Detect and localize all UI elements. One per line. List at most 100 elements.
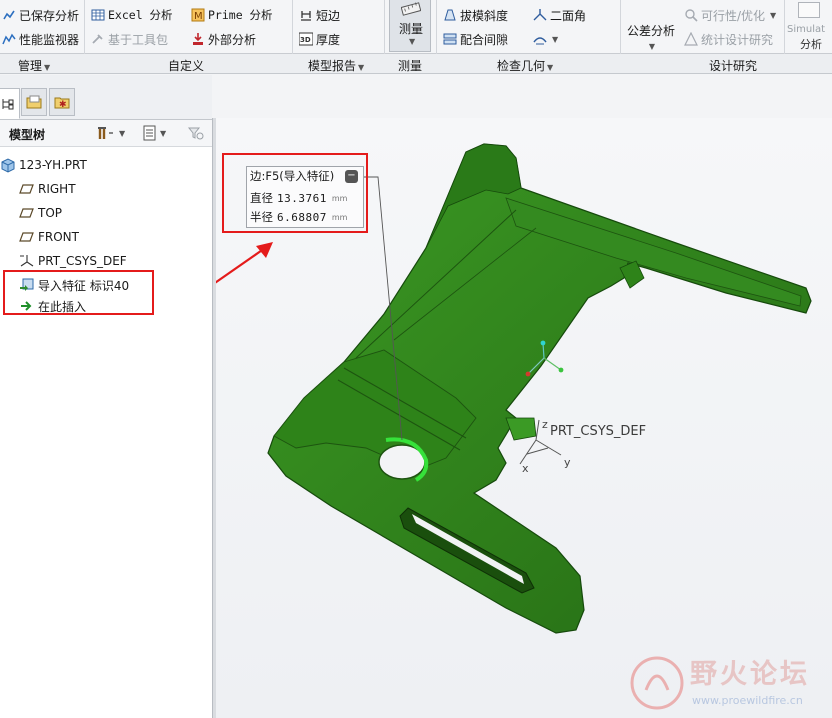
feasibility-button[interactable]: 可行性/优化 ▼ bbox=[684, 5, 776, 25]
toolkit-analysis-button[interactable]: 基于工具包 bbox=[91, 29, 168, 49]
ribbon-group-bar: 管理 ▼ 自定义 模型报告 ▼ 测量 检查几何 ▼ 设计研究 bbox=[0, 54, 832, 74]
dihedral-button[interactable]: 二面角 bbox=[533, 5, 586, 25]
tolerance-analysis-button[interactable]: 公差分析 ▼ bbox=[627, 22, 675, 51]
group-model-report[interactable]: 模型报告 ▼ bbox=[308, 57, 364, 74]
tab-folder-browser[interactable] bbox=[21, 88, 47, 116]
csys-axis-z-label: z bbox=[542, 418, 548, 431]
feasibility-icon bbox=[685, 9, 698, 22]
tree-item-part[interactable]: 123-YH.PRT bbox=[0, 154, 87, 176]
svg-text:✱: ✱ bbox=[59, 100, 67, 109]
spreadsheet-icon bbox=[91, 9, 105, 21]
chevron-down-icon: ▼ bbox=[552, 34, 559, 44]
saved-analysis-icon bbox=[3, 10, 15, 20]
tree-item-label: TOP bbox=[38, 206, 63, 220]
group-manage[interactable]: 管理 ▼ bbox=[18, 57, 50, 74]
simulate-button[interactable]: Simulat bbox=[787, 24, 825, 35]
prime-icon: M bbox=[191, 8, 205, 22]
model-tree-header: 模型树 ▼ ▼ bbox=[0, 119, 212, 147]
radius-unit: mm bbox=[331, 212, 348, 222]
tree-item-csys[interactable]: PRT_CSYS_DEF bbox=[19, 250, 127, 272]
part-icon bbox=[1, 158, 15, 173]
tree-item-label: 在此插入 bbox=[38, 299, 87, 314]
tree-item-top-plane[interactable]: TOP bbox=[19, 202, 62, 224]
list-view-icon bbox=[143, 125, 156, 141]
tree-item-label: 导入特征 标识40 bbox=[38, 278, 130, 293]
radius-value: 6.68807 bbox=[277, 210, 327, 224]
tree-item-label: RIGHT bbox=[38, 182, 76, 196]
excel-analysis-button[interactable]: Excel 分析 bbox=[91, 5, 173, 25]
toolkit-icon bbox=[92, 34, 103, 44]
tree-item-front-plane[interactable]: FRONT bbox=[19, 226, 79, 248]
datum-plane-icon bbox=[19, 184, 34, 194]
statistical-design-button[interactable]: 统计设计研究 bbox=[684, 29, 773, 49]
performance-monitor-button[interactable]: 性能监视器 bbox=[2, 29, 79, 49]
settings-dropdown[interactable]: ▼ bbox=[97, 125, 125, 141]
tree-item-label: 123-YH.PRT bbox=[19, 158, 87, 172]
svg-text:3D: 3D bbox=[300, 36, 311, 44]
tree-item-right-plane[interactable]: RIGHT bbox=[19, 178, 76, 200]
radius-label: 半径 bbox=[250, 210, 273, 224]
group-design-study: 设计研究 bbox=[709, 59, 758, 73]
tree-item-label: FRONT bbox=[38, 230, 79, 244]
simulate-icon bbox=[798, 2, 820, 18]
diameter-row: 直径 13.3761 mm bbox=[250, 189, 347, 207]
panel-title: 模型树 bbox=[9, 128, 46, 142]
collapse-icon[interactable]: − bbox=[345, 170, 358, 183]
group-separator bbox=[784, 0, 785, 54]
clearance-icon bbox=[443, 33, 457, 45]
diameter-label: 直径 bbox=[250, 191, 273, 205]
short-edge-icon bbox=[301, 11, 311, 21]
tools-icon bbox=[98, 127, 113, 139]
chevron-down-icon: ▼ bbox=[648, 42, 656, 51]
group-inspect-geometry[interactable]: 检查几何 ▼ bbox=[497, 57, 553, 74]
draft-analysis-button[interactable]: 拔模斜度 bbox=[443, 5, 508, 25]
saved-analysis-button[interactable]: 已保存分析 bbox=[2, 5, 79, 25]
coordinate-system-icon bbox=[20, 255, 34, 267]
watermark: 野火论坛 www.proewildfire.cn bbox=[620, 650, 832, 718]
tab-favorites[interactable]: ✱ bbox=[49, 88, 75, 116]
insert-arrow-icon bbox=[21, 301, 32, 311]
chevron-down-icon: ▼ bbox=[409, 37, 416, 46]
watermark-name: 野火论坛 bbox=[690, 659, 810, 690]
dihedral-icon bbox=[533, 9, 547, 21]
thickness-button[interactable]: 3D 厚度 bbox=[299, 29, 340, 49]
filter-icon bbox=[187, 127, 204, 140]
external-analysis-button[interactable]: 外部分析 bbox=[191, 29, 256, 49]
callout-title: 边:F5(导入特征) bbox=[250, 169, 335, 183]
datum-plane-icon bbox=[19, 232, 34, 242]
measurement-callout[interactable]: 边:F5(导入特征) − 直径 13.3761 mm 半径 6.68807 mm bbox=[246, 166, 364, 228]
simulate-analysis-label: 分析 bbox=[800, 38, 822, 51]
folder-icon bbox=[26, 95, 42, 109]
chevron-down-icon: ▼ bbox=[358, 63, 365, 72]
chevron-down-icon: ▼ bbox=[547, 63, 554, 72]
datum-plane-icon bbox=[19, 208, 34, 218]
chevron-down-icon: ▼ bbox=[44, 63, 51, 72]
svg-text:M: M bbox=[194, 11, 203, 22]
radius-row: 半径 6.68807 mm bbox=[250, 208, 347, 226]
panel-tab-strip: ✱ bbox=[0, 75, 212, 119]
csys-label: PRT_CSYS_DEF bbox=[550, 424, 647, 439]
performance-monitor-icon bbox=[2, 33, 16, 45]
diameter-unit: mm bbox=[331, 193, 348, 203]
draft-icon bbox=[444, 9, 456, 21]
import-feature-icon bbox=[20, 278, 34, 291]
watermark-logo-icon bbox=[630, 656, 684, 710]
thickness-icon: 3D bbox=[299, 32, 313, 46]
show-dropdown[interactable]: ▼ bbox=[142, 125, 166, 141]
ribbon: 已保存分析 性能监视器 Excel 分析 基于工具包 M Prime 分析 外部… bbox=[0, 0, 832, 74]
csys-axis-x-label: x bbox=[522, 462, 529, 475]
ruler-icon bbox=[401, 2, 421, 16]
external-analysis-icon bbox=[193, 33, 203, 45]
clearance-button[interactable]: 配合间隙 bbox=[443, 29, 508, 49]
filter-button[interactable] bbox=[187, 125, 205, 141]
tab-model-tree[interactable] bbox=[0, 88, 20, 119]
prime-analysis-button[interactable]: M Prime 分析 bbox=[191, 5, 273, 25]
csys-axis-y-label: y bbox=[564, 456, 571, 469]
tree-item-insert-here[interactable]: 在此插入 bbox=[19, 298, 86, 314]
short-edge-button[interactable]: 短边 bbox=[299, 5, 340, 25]
tree-icon bbox=[2, 98, 14, 109]
surface-analysis-dropdown[interactable]: ▼ bbox=[533, 29, 558, 49]
model-tree-panel: ✱ 模型树 ▼ ▼ 123-YH.PRT RIGHT TOP FRONT PRT… bbox=[0, 75, 212, 718]
tree-item-import-feature[interactable]: 导入特征 标识40 bbox=[19, 274, 129, 296]
measure-button[interactable]: 测量 ▼ bbox=[389, 0, 431, 52]
